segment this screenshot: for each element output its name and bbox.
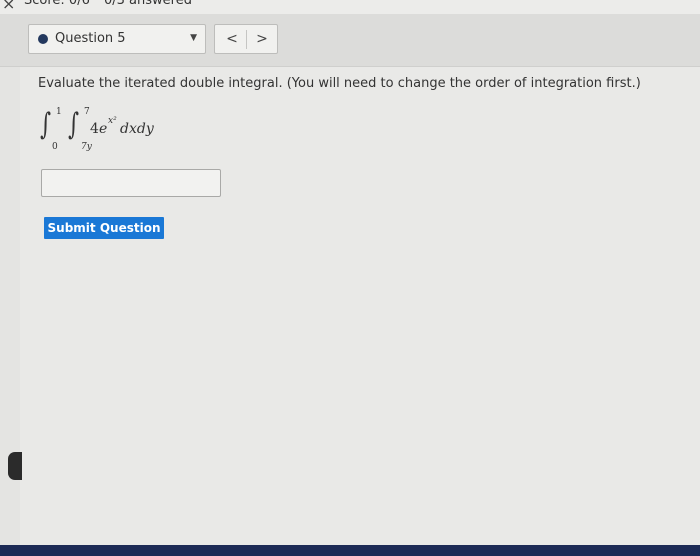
question-selector[interactable]: Question 5 ▼ <box>28 24 206 54</box>
integrand-coefficient: 4 <box>90 121 99 137</box>
integrand-base: e <box>99 121 108 137</box>
inner-lower-limit: 7y <box>81 142 92 152</box>
answered-count: 0/3 answered <box>104 0 192 8</box>
prev-next-group: < > <box>214 24 278 54</box>
inner-integral-sign: ∫ <box>68 107 79 142</box>
previous-question-button[interactable]: < <box>217 28 247 52</box>
side-panel-tab[interactable] <box>8 452 22 480</box>
score-text: Score: 0/6 <box>24 0 90 8</box>
question-label: Question 5 <box>55 31 126 46</box>
differentials: dxdy <box>120 121 154 137</box>
question-prompt: Evaluate the iterated double integral. (… <box>38 76 641 91</box>
question-status-dot-icon <box>38 34 48 44</box>
inner-upper-limit: 7 <box>84 107 90 117</box>
outer-upper-limit: 1 <box>56 107 62 117</box>
outer-lower-limit: 0 <box>52 142 58 152</box>
bottom-edge-bar <box>0 545 700 556</box>
submit-question-button[interactable]: Submit Question <box>44 217 164 239</box>
outer-integral-sign: ∫ <box>40 107 51 142</box>
next-question-button[interactable]: > <box>247 28 277 52</box>
close-icon[interactable]: × <box>2 0 15 13</box>
answer-input[interactable] <box>41 169 221 197</box>
top-status-bar: × Score: 0/6 0/3 answered <box>0 0 700 15</box>
integrand-exponent: x² <box>108 116 117 126</box>
iterated-integral: ∫ 1 0 ∫ 7 7y 4 e x² dxdy <box>38 104 178 160</box>
chevron-down-icon: ▼ <box>190 33 197 43</box>
question-navigation-bar: Question 5 ▼ < > <box>0 14 700 67</box>
